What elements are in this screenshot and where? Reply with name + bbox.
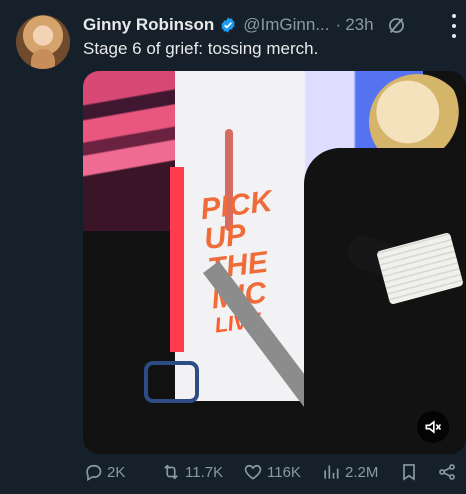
account-handle[interactable]: @ImGinn... [243, 15, 329, 35]
reply-count: 2K [107, 463, 126, 481]
profile-avatar[interactable] [16, 15, 70, 69]
bookmark-button[interactable] [399, 462, 419, 482]
stage-chair [144, 361, 199, 403]
tweet-header: Ginny Robinson @ImGinn... · 23h [83, 13, 443, 37]
metadata-separator: · [335, 15, 342, 34]
tweet-video[interactable]: PICK UP THE MIC LIVE [83, 71, 466, 454]
share-button[interactable] [437, 462, 457, 482]
share-icon [439, 464, 455, 480]
post-time[interactable]: 23h [345, 15, 373, 35]
repost-count: 11.7K [185, 463, 224, 481]
account-name[interactable]: Ginny Robinson [83, 15, 214, 35]
repost-button[interactable]: 11.7K [161, 462, 223, 482]
views-button[interactable]: 2.2M [321, 462, 378, 482]
bookmark-icon [403, 464, 415, 481]
like-count: 116K [267, 463, 301, 481]
tweet-actions: 2K 11.7K 116K 2.2M [83, 462, 466, 486]
grok-icon[interactable] [386, 15, 407, 36]
views-icon [324, 465, 339, 479]
like-button[interactable]: 116K [243, 462, 301, 482]
more-options-icon[interactable] [451, 14, 457, 38]
reply-button[interactable]: 2K [83, 462, 125, 482]
repost-icon [164, 464, 178, 480]
like-icon [244, 464, 262, 480]
performer [304, 148, 466, 454]
reply-icon [86, 464, 102, 482]
view-count: 2.2M [345, 463, 379, 481]
tweet-text: Stage 6 of grief: tossing merch. [83, 39, 319, 58]
mute-icon[interactable] [417, 411, 449, 443]
verified-badge-icon [219, 16, 237, 34]
